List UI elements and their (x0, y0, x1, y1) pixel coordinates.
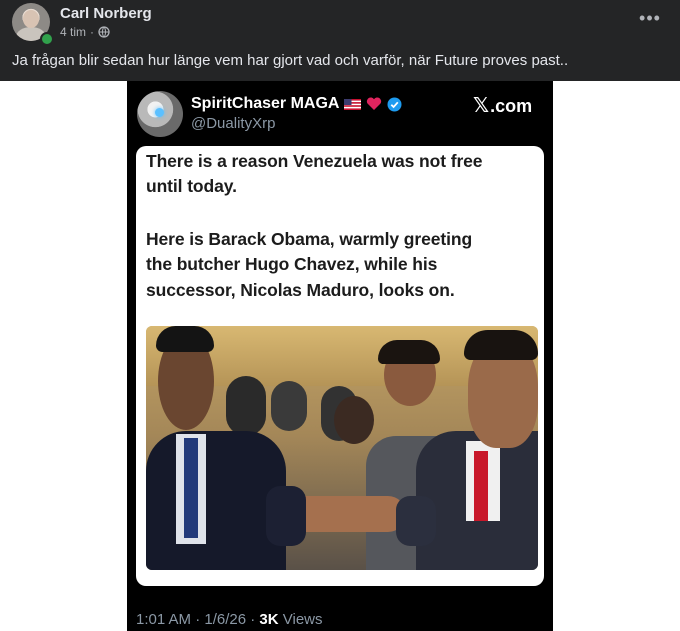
x-brand: 𝕏 .com (473, 93, 532, 118)
more-options-button[interactable]: ••• (636, 8, 664, 32)
facebook-post-header: Carl Norberg 4 tim · ••• Ja frågan blir … (0, 0, 680, 81)
handshake-photo (146, 326, 538, 570)
x-logo-icon: 𝕏 (473, 95, 490, 117)
tweet-display-name: SpiritChaser MAGA (191, 95, 340, 112)
tweet-views-label: Views (282, 611, 323, 628)
tweet-footer: 1:01 AM · 1/6/26 · 3K Views (136, 611, 323, 628)
online-status-icon (40, 32, 54, 46)
post-text: Ja frågan blir sedan hur länge vem har g… (12, 52, 569, 69)
meta-separator: · (90, 25, 95, 39)
tweet-views-count: 3K (259, 611, 279, 628)
tweet-handle: @DualityXrp (191, 115, 276, 132)
card-text-line: the butcher Hugo Chavez, while his (146, 254, 438, 274)
globe-icon (98, 26, 110, 38)
tweet-avatar (137, 91, 183, 137)
author-name[interactable]: Carl Norberg (60, 5, 152, 22)
card-text-line: until today. (146, 176, 237, 196)
x-brand-domain: .com (490, 96, 533, 116)
card-text-line: successor, Nicolas Maduro, looks on. (146, 280, 455, 300)
tweet-timestamp: 1:01 AM · 1/6/26 · (136, 611, 260, 628)
post-time[interactable]: 4 tim (60, 25, 86, 39)
tweet-display-name-row: SpiritChaser MAGA (191, 95, 402, 113)
tweet-card: There is a reason Venezuela was not free… (136, 146, 544, 586)
verified-icon (387, 97, 402, 111)
us-flag-icon (344, 98, 362, 110)
card-text-line: Here is Barack Obama, warmly greeting (146, 229, 473, 249)
post-meta: 4 tim · (60, 25, 110, 39)
card-text-line: There is a reason Venezuela was not free (146, 151, 483, 171)
heart-icon (367, 97, 382, 110)
embedded-tweet-image[interactable]: SpiritChaser MAGA @DualityXrp 𝕏 .com The… (127, 81, 553, 631)
